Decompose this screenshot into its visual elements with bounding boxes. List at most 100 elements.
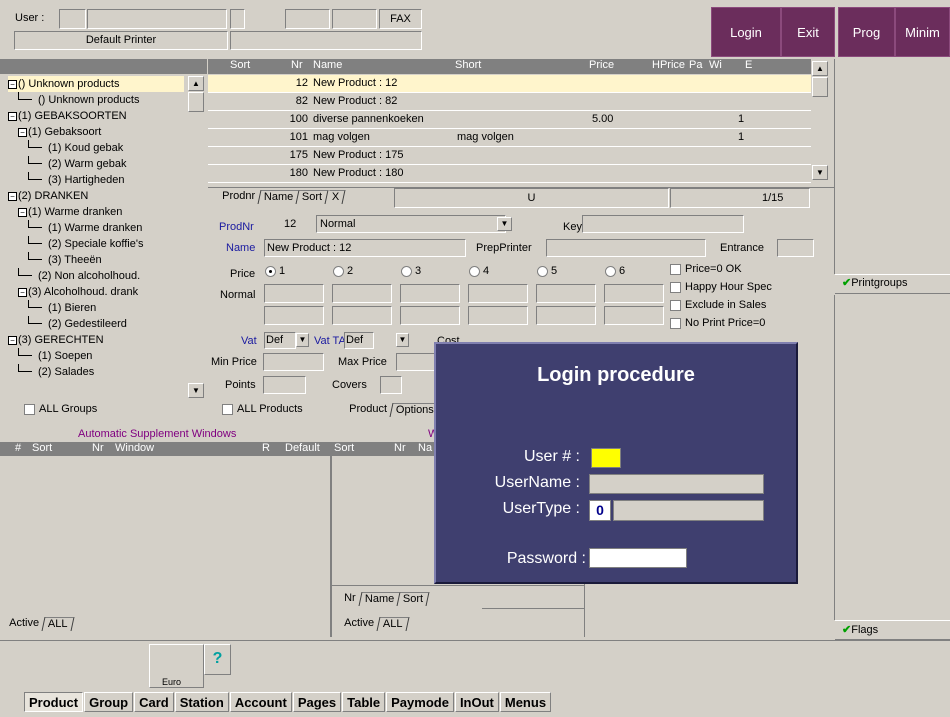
flags-item[interactable]: ✔Flags	[835, 620, 950, 640]
nav-station[interactable]: Station	[174, 692, 229, 712]
tree-item[interactable]: (1) Bieren	[28, 300, 96, 316]
tree-item[interactable]: −() Unknown products	[8, 76, 184, 92]
product-row[interactable]: 101 mag volgen mag volgen 1	[208, 129, 811, 147]
all-groups-check[interactable]: ALL Groups	[24, 403, 97, 415]
tree-collapse-icon[interactable]: −	[18, 207, 27, 217]
product-flag-checkbox[interactable]: Price=0 OK	[670, 263, 742, 275]
max-price-field[interactable]	[396, 353, 436, 371]
col-wi[interactable]: Wi	[709, 59, 722, 73]
vat-ta-dropdown-icon[interactable]: ▼	[396, 333, 409, 347]
tree-item[interactable]: − (3) Alcoholhoud. drank	[18, 284, 138, 300]
sup-left-tab-all[interactable]: ALL	[42, 617, 75, 631]
tree-item[interactable]: (2) Non alcoholhoud.	[18, 268, 140, 284]
sup-mid-tab-all[interactable]: ALL	[377, 617, 410, 631]
tree-item[interactable]: (2) Gedestileerd	[28, 316, 127, 332]
nav-menus[interactable]: Menus	[499, 692, 552, 712]
vat-dropdown-icon[interactable]: ▼	[296, 333, 309, 347]
table-scroll-down-icon[interactable]: ▼	[812, 165, 828, 180]
product-row[interactable]: 12 New Product : 12	[208, 75, 811, 93]
price-field[interactable]	[604, 284, 664, 303]
tab-prodnr[interactable]: Prodnr	[216, 190, 262, 204]
prog-button[interactable]: Prog	[838, 7, 895, 57]
sup-tab-sort[interactable]: Sort	[397, 592, 430, 606]
user-name-field[interactable]	[87, 9, 227, 29]
tree-item[interactable]: (3) Hartigheden	[28, 172, 124, 188]
nav-inout[interactable]: InOut	[454, 692, 499, 712]
nav-account[interactable]: Account	[229, 692, 292, 712]
nav-pages[interactable]: Pages	[292, 692, 342, 712]
key-field[interactable]	[582, 215, 744, 233]
product-flag-checkbox[interactable]: Exclude in Sales	[670, 299, 766, 311]
price-field[interactable]	[332, 306, 392, 325]
price-radio[interactable]: 3	[401, 265, 421, 277]
tree-collapse-icon[interactable]: −	[8, 111, 17, 121]
price-field[interactable]	[536, 284, 596, 303]
login-password-input[interactable]	[589, 548, 687, 568]
tree-item[interactable]: (3) Theeën	[28, 252, 102, 268]
covers-field[interactable]	[380, 376, 402, 394]
min-price-field[interactable]	[263, 353, 324, 371]
product-row[interactable]: 175 New Product : 175	[208, 147, 811, 165]
sup-mid-tab-active[interactable]: Active	[338, 617, 381, 631]
product-type-dropdown-icon[interactable]: ▼	[497, 217, 512, 231]
price-radio[interactable]: 4	[469, 265, 489, 277]
price-field[interactable]	[468, 284, 528, 303]
exit-button[interactable]: Exit	[781, 7, 835, 57]
product-row[interactable]: 100 diverse pannenkoeken 5.00 1	[208, 111, 811, 129]
col-hprice[interactable]: HPrice	[652, 59, 685, 73]
login-username-input[interactable]	[589, 474, 764, 494]
col-name[interactable]: Name	[313, 59, 342, 73]
default-printer-field[interactable]: Default Printer	[14, 31, 228, 50]
col-short[interactable]: Short	[455, 59, 481, 73]
nav-table[interactable]: Table	[342, 692, 386, 712]
login-button[interactable]: Login	[711, 7, 781, 57]
product-row[interactable]: 82 New Product : 82	[208, 93, 811, 111]
product-flag-checkbox[interactable]: Happy Hour Spec	[670, 281, 772, 293]
col-e[interactable]: E	[745, 59, 752, 73]
minimize-button[interactable]: Minim	[895, 7, 950, 57]
tree-item[interactable]: () Unknown products	[18, 92, 140, 108]
col-nr[interactable]: Nr	[291, 59, 303, 73]
product-row[interactable]: 180 New Product : 180	[208, 165, 811, 183]
prepprinter-field[interactable]	[546, 239, 706, 257]
product-type-select[interactable]: Normal	[316, 215, 506, 233]
price-radio[interactable]: 6	[605, 265, 625, 277]
tree-item[interactable]: − (1) Warme dranken	[18, 204, 122, 220]
tree-item[interactable]: (1) Soepen	[18, 348, 92, 364]
tree-item[interactable]: (2) Speciale koffie's	[28, 236, 143, 252]
tree-scroll-up-icon[interactable]: ▲	[188, 76, 204, 91]
price-radio[interactable]: 2	[333, 265, 353, 277]
tree-item[interactable]: (1) Koud gebak	[28, 140, 123, 156]
vat-select[interactable]: Def	[264, 332, 296, 349]
tree-collapse-icon[interactable]: −	[8, 79, 17, 89]
tab-product[interactable]: Product	[343, 403, 394, 417]
tree-collapse-icon[interactable]: −	[18, 127, 27, 137]
tree-item[interactable]: − (1) GEBAKSOORTEN	[8, 108, 127, 124]
tree-item[interactable]: (2) Warm gebak	[28, 156, 126, 172]
tree-item[interactable]: − (3) GERECHTEN	[8, 332, 104, 348]
tab-sort[interactable]: Sort	[296, 190, 330, 204]
sup-tab-name[interactable]: Name	[359, 592, 401, 606]
help-button[interactable]: ?	[204, 644, 231, 675]
login-usertype-input[interactable]: 0	[589, 500, 611, 521]
price-field[interactable]	[604, 306, 664, 325]
printgroups-item[interactable]: ✔Printgroups	[835, 274, 950, 294]
col-price[interactable]: Price	[589, 59, 614, 73]
col-sort[interactable]: Sort	[230, 59, 250, 73]
nav-card[interactable]: Card	[134, 692, 174, 712]
price-radio[interactable]: 5	[537, 265, 557, 277]
nav-group[interactable]: Group	[84, 692, 134, 712]
col-pa[interactable]: Pa	[689, 59, 702, 73]
sup-tab-nr[interactable]: Nr	[338, 592, 363, 606]
tree-collapse-icon[interactable]: −	[8, 335, 17, 345]
product-flag-checkbox[interactable]: No Print Price=0	[670, 317, 765, 329]
table-scroll-up-icon[interactable]: ▲	[812, 61, 828, 76]
price-field[interactable]	[536, 306, 596, 325]
price-field[interactable]	[264, 306, 324, 325]
price-field[interactable]	[468, 306, 528, 325]
nav-paymode[interactable]: Paymode	[386, 692, 454, 712]
sup-left-tab-active[interactable]: Active	[3, 617, 46, 631]
tree-collapse-icon[interactable]: −	[8, 191, 17, 201]
tree-scroll-thumb[interactable]	[188, 92, 204, 112]
name-field[interactable]: New Product : 12	[264, 239, 466, 257]
